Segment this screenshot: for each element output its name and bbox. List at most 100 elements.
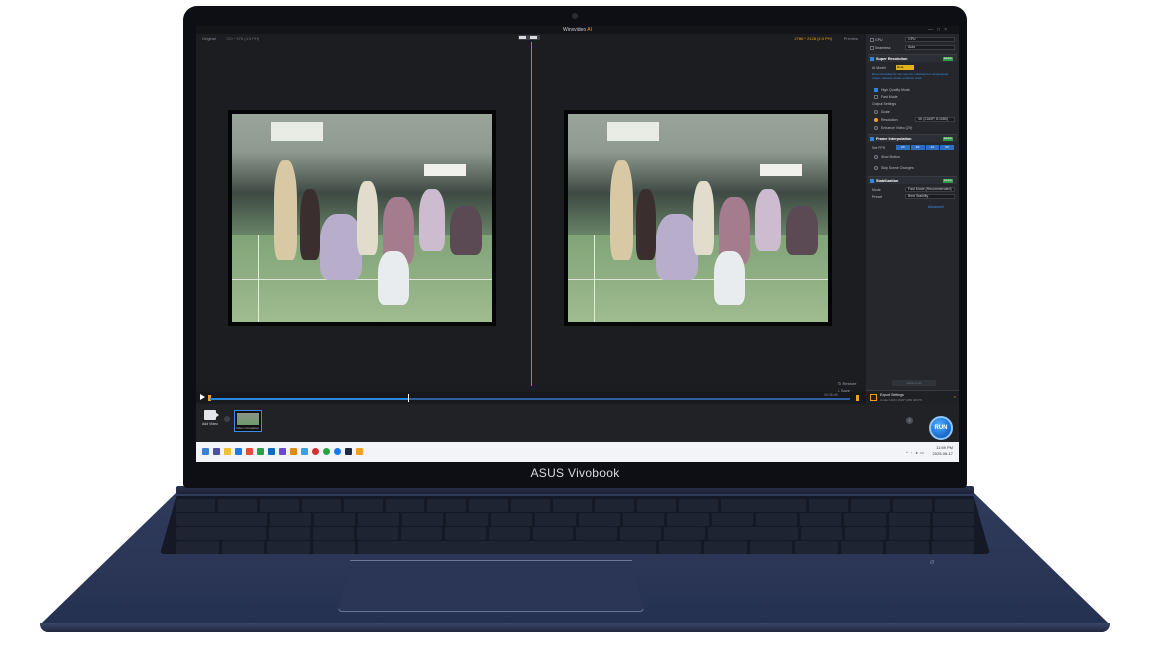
preset-select[interactable]: Best Stability	[905, 194, 955, 199]
add-video-label: Add Video	[201, 422, 219, 426]
clock[interactable]: 11:59 PM 2025-06-17	[933, 445, 953, 457]
clip-thumbnail[interactable]: Video Compared	[234, 410, 262, 432]
video-court-line	[568, 279, 828, 281]
output-size: 2786 * 2128 (4:3 PH)	[794, 36, 832, 41]
add-video-button[interactable]: Add Video	[200, 410, 220, 426]
export-settings[interactable]: Export Settings Codec:H264 1920*1080 30F…	[866, 390, 959, 404]
apply-all-button[interactable]: Apply to All	[892, 380, 936, 386]
start-icon[interactable]	[202, 448, 209, 455]
seamless-select[interactable]: Auto	[905, 45, 955, 50]
video-court-line	[232, 279, 492, 281]
app-icon[interactable]	[290, 448, 297, 455]
dancer-figure	[713, 251, 745, 306]
video-banner	[271, 122, 323, 142]
preview-button[interactable]: Preview	[844, 36, 858, 41]
resolution-select[interactable]: 4K (2160P, 8:1080)	[915, 117, 955, 122]
skip-frames-row[interactable]: Skip Scene Changes	[870, 165, 955, 171]
help-icon[interactable]: ?	[906, 417, 913, 424]
scale-radio[interactable]	[874, 110, 878, 114]
battery-icon[interactable]: ▭	[920, 450, 927, 455]
chrome-icon[interactable]	[246, 448, 253, 455]
app-icon[interactable]	[312, 448, 319, 455]
restore-button[interactable]: ↻ Restore	[838, 380, 856, 387]
skip-frames-label: Skip Scene Changes	[881, 166, 914, 170]
seamless-checkbox[interactable]	[870, 46, 874, 50]
app-title-ai: AI	[587, 27, 592, 33]
custom-radio[interactable]	[874, 126, 878, 130]
original-video	[232, 114, 492, 322]
folder-icon[interactable]	[224, 448, 231, 455]
status-badge: Enable	[943, 57, 953, 61]
advanced-link[interactable]: Advanced	[928, 204, 944, 210]
fps-option[interactable]: 3X	[910, 145, 925, 150]
fps-options[interactable]: 2X 3X 4X 5X	[896, 145, 954, 150]
app-icon[interactable]	[334, 448, 341, 455]
keyboard	[160, 496, 990, 554]
dancer-figure	[273, 159, 297, 260]
dancer-figure	[635, 188, 657, 260]
preview-area: Original 720 * 576 (4:3 PH) 2786 * 2128 …	[196, 34, 866, 393]
app-icon[interactable]	[279, 448, 286, 455]
close-icon[interactable]: ×	[954, 394, 956, 399]
stabilization-title: Stabilization	[876, 179, 899, 183]
mode-row: Mode Fast Mode (Recommended)	[870, 187, 955, 193]
fast-mode-checkbox[interactable]	[874, 95, 878, 99]
custom-row[interactable]: Enhance Video (2X)	[870, 125, 955, 131]
mail-icon[interactable]	[268, 448, 275, 455]
scale-row[interactable]: Scale	[870, 109, 955, 115]
timeline-track[interactable]	[210, 398, 850, 400]
status-badge: Enable	[943, 179, 953, 183]
minimize-icon[interactable]: —	[928, 27, 937, 33]
store-icon[interactable]	[257, 448, 264, 455]
output-frame	[564, 110, 832, 326]
playhead[interactable]	[408, 394, 410, 402]
resolution-radio[interactable]	[874, 118, 878, 122]
app-title-text: Winxvideo	[563, 27, 587, 33]
frame-interpolation-title: Frame Interpolation	[876, 137, 912, 141]
compare-divider[interactable]	[531, 42, 532, 386]
slow-motion-row[interactable]: Slow Motion	[870, 154, 955, 160]
dancer-figure	[755, 188, 782, 252]
dancer-figure	[786, 205, 818, 256]
gpu-select[interactable]: GPU	[905, 37, 955, 42]
fps-option[interactable]: 5X	[940, 145, 954, 150]
gpu-checkbox[interactable]	[870, 38, 874, 42]
winxvideo-icon[interactable]	[356, 448, 363, 455]
frame-interpolation-checkbox[interactable]	[870, 137, 874, 141]
original-label: Original	[202, 36, 216, 41]
run-button[interactable]: RUN	[929, 416, 953, 440]
ai-model-select[interactable]: Real-ESRGAN	[896, 65, 951, 74]
plus-icon[interactable]	[224, 416, 230, 422]
play-icon[interactable]	[200, 394, 205, 400]
original-frame	[228, 110, 496, 326]
slow-motion-radio[interactable]	[874, 155, 878, 159]
skip-frames-radio[interactable]	[874, 166, 878, 170]
fast-mode-row[interactable]: Fast Mode	[870, 94, 955, 100]
clock-date: 2025-06-17	[932, 451, 953, 456]
super-resolution-section[interactable]: Super Resolution Enable	[868, 54, 957, 62]
mode-select[interactable]: Fast Mode (Recommended)	[905, 187, 955, 192]
edge-icon[interactable]	[235, 448, 242, 455]
seamless-row: Seamless Auto	[870, 45, 955, 51]
whatsapp-icon[interactable]	[323, 448, 330, 455]
fps-option[interactable]: 4X	[925, 145, 940, 150]
taskbar: ^◦◂▭ 11:59 PM 2025-06-17	[196, 442, 959, 462]
super-resolution-checkbox[interactable]	[870, 57, 874, 61]
timeline: 00:35:49	[196, 392, 866, 402]
compare-toggle[interactable]	[518, 35, 540, 40]
stabilization-checkbox[interactable]	[870, 179, 874, 183]
high-quality-checkbox[interactable]	[874, 88, 878, 92]
app-icon[interactable]	[345, 448, 352, 455]
high-quality-row[interactable]: High Quality Mode	[870, 87, 955, 93]
resolution-row[interactable]: Resolution 4K (2160P, 8:1080)	[870, 117, 955, 123]
export-subtitle: Codec:H264 1920*1080 30FPS	[880, 398, 923, 402]
close-icon[interactable]: ×	[944, 27, 951, 33]
stabilization-section[interactable]: Stabilization Enable	[868, 176, 957, 184]
app-icon[interactable]	[301, 448, 308, 455]
trim-end-handle[interactable]	[856, 395, 859, 401]
frame-interpolation-section[interactable]: Frame Interpolation Enable	[868, 134, 957, 142]
search-icon[interactable]	[213, 448, 220, 455]
fps-option[interactable]: 2X	[896, 145, 910, 150]
slow-motion-label: Slow Motion	[881, 155, 901, 159]
window-controls[interactable]: —□×	[928, 27, 951, 33]
